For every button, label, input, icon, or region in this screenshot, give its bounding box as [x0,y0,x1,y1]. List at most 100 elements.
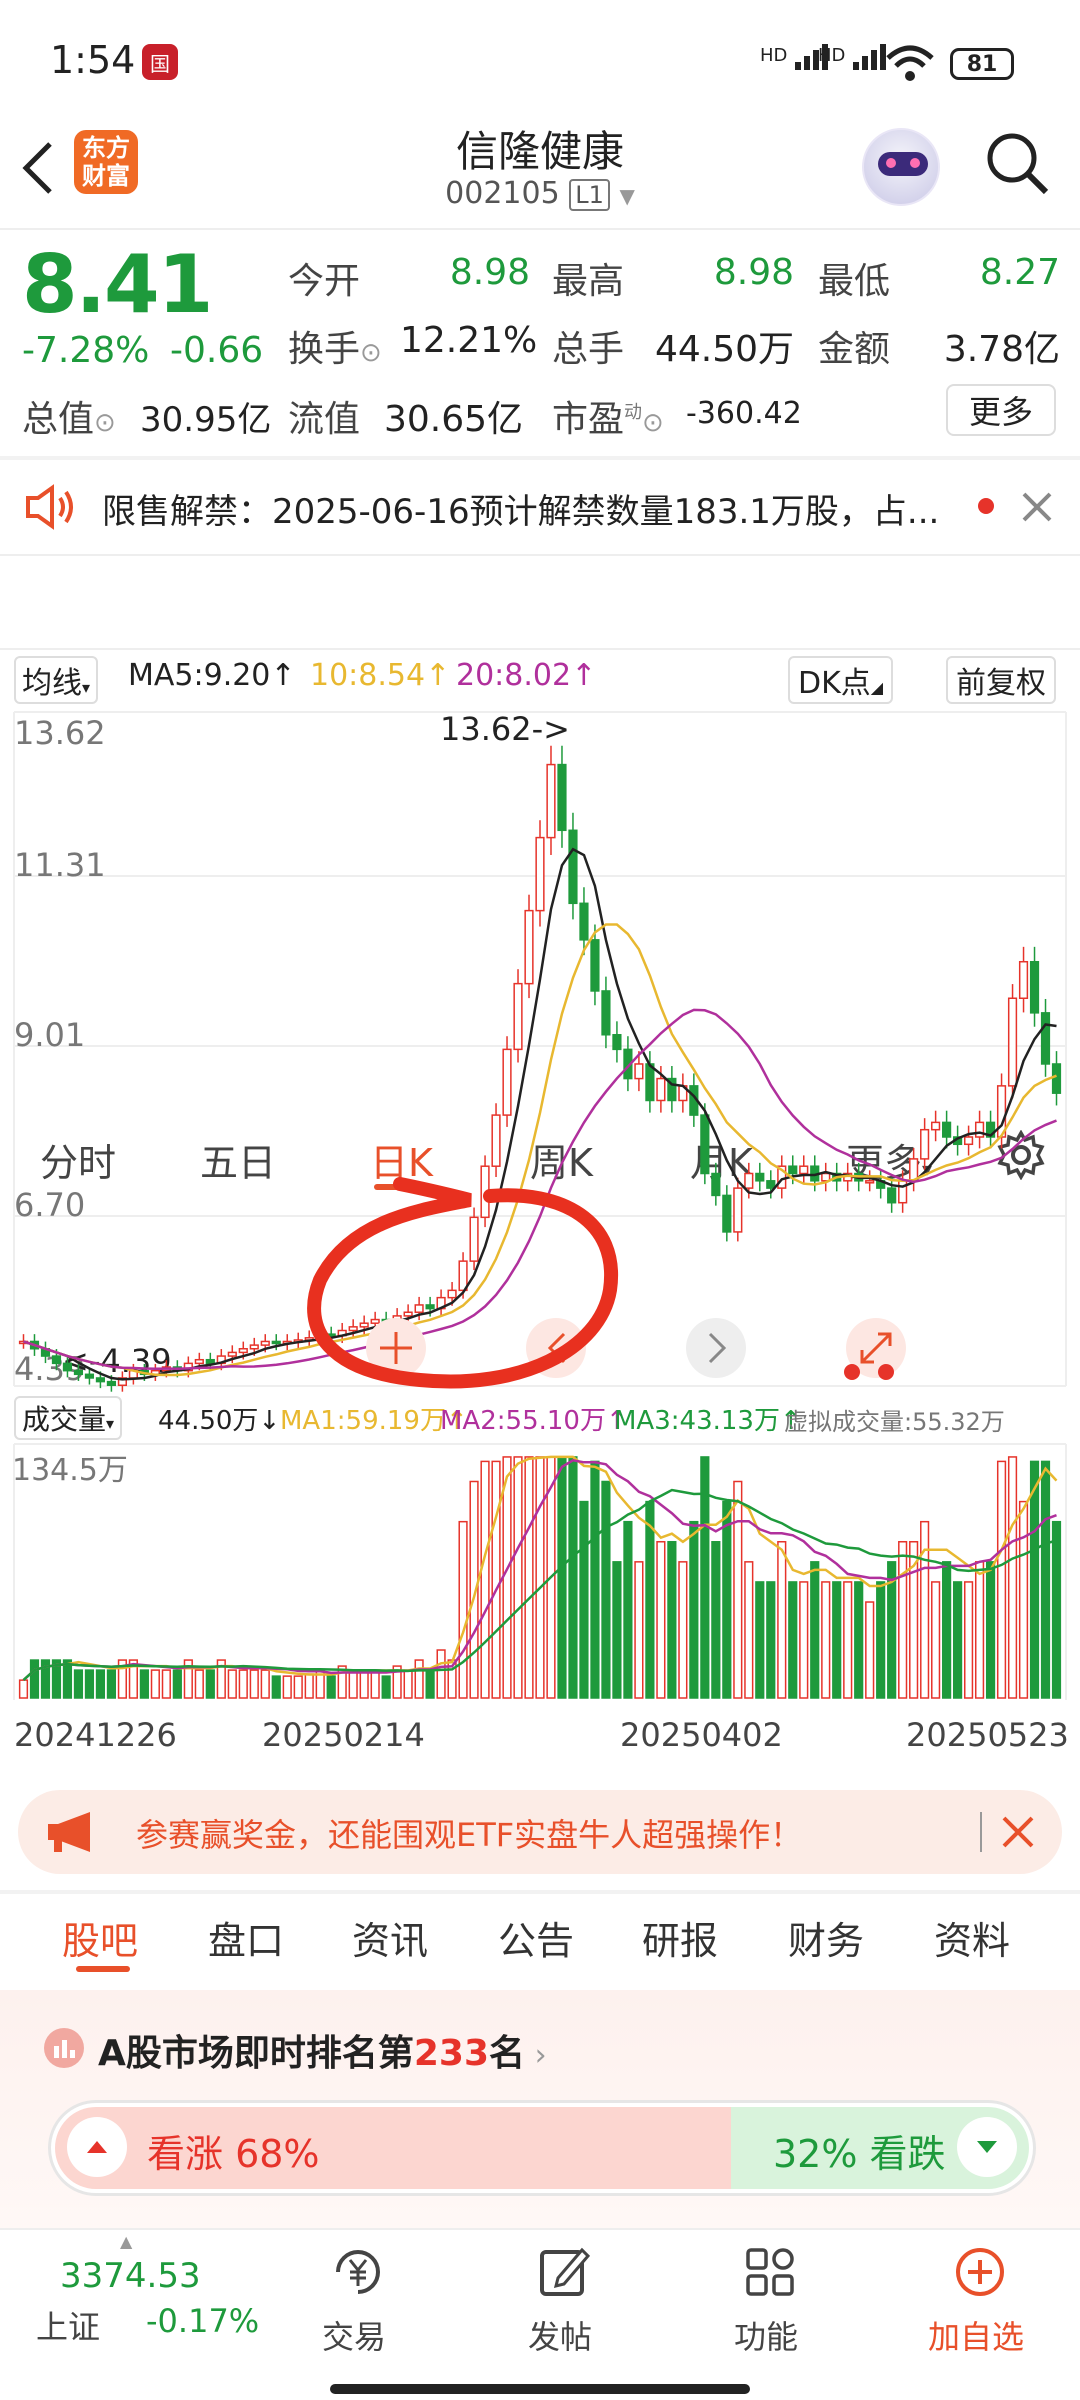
volume-bar [458,1520,468,1699]
kline-chart[interactable]: 13.62 11.31 9.01 6.70 4.39 13.62-> <-4.3… [0,700,1080,1400]
candle [524,909,534,985]
volume-bar [282,1675,292,1699]
candle [700,1114,710,1175]
volume-bar [953,1581,963,1699]
candle [744,1172,754,1189]
triangle-up-icon [87,2141,107,2153]
bear-button[interactable] [957,2117,1017,2177]
volume-bar [766,1581,776,1699]
candle [733,1187,743,1233]
volume-bar [689,1520,699,1699]
volume-bar [931,1581,941,1699]
y-tick-2: 11.31 [14,846,106,884]
candle [722,1194,732,1233]
close-icon[interactable] [1000,1814,1036,1850]
market-rank[interactable]: A股市场即时排名第233名 › [98,2024,547,2076]
unlock-notice[interactable]: 限售解禁：2025-06-16预计解禁数量183.1万股，占... [0,458,1080,554]
candle [1051,1063,1062,1094]
volume-bar [722,1500,732,1699]
volume-indicator-select[interactable]: 成交量▾ [14,1396,123,1440]
more-quote-button[interactable]: 更多 [946,384,1056,436]
candle [887,1187,897,1204]
promo-banner[interactable]: 参赛赢奖金，还能围观ETF实盘牛人超强操作！ [18,1790,1062,1874]
volume-bar [996,1460,1007,1699]
plus-circle-icon [956,2248,1004,2296]
high-label: 最高 [552,261,625,302]
trade-button[interactable]: 交易 [306,2240,410,2360]
candle [205,1358,215,1365]
volume-bar [963,1581,974,1699]
scroll-right-button[interactable] [686,1318,746,1378]
tab-stock-forum[interactable]: 股吧 [62,1910,138,1965]
notification-icon: 国 [142,44,178,80]
volume-bar [150,1669,160,1699]
tab-news[interactable]: 资讯 [352,1910,428,1965]
open-value: 8.98 [449,252,530,293]
post-button[interactable]: 发帖 [512,2240,616,2360]
bull-button[interactable] [67,2117,127,2177]
candle [260,1340,270,1346]
vol-ma3: MA3:43.13万↑ [614,1406,802,1436]
total-cap-value: 30.95亿 [140,400,272,440]
volume-chart[interactable]: 134.5万 [0,1440,1080,1700]
tab-research[interactable]: 研报 [642,1910,718,1965]
volume-bar [194,1669,204,1699]
collapse-icon[interactable]: ▲ [120,2232,132,2251]
functions-button[interactable]: 功能 [718,2240,822,2360]
search-icon[interactable] [984,130,1052,198]
volume-bar [656,1541,666,1699]
tab-profile[interactable]: 资料 [934,1910,1010,1965]
candle [106,1380,117,1387]
tab-announcements[interactable]: 公告 [498,1910,574,1965]
level-badge: L1 [569,179,610,211]
volume-bar [139,1669,149,1699]
candle [942,1121,952,1138]
volume-value: 44.50万 [654,329,794,370]
candle [1018,960,1029,999]
candle [656,1077,666,1102]
y-tick-4: 6.70 [14,1186,85,1224]
candle [612,1034,622,1051]
volume-bar [73,1669,84,1699]
ma5-value: MA5:9.20↑ [128,658,296,693]
sentiment-bar[interactable]: 看涨 68% 32% 看跌 [48,2100,1036,2196]
y-tick-3: 9.01 [14,1016,85,1054]
add-watchlist-button[interactable]: 加自选 [920,2240,1040,2360]
volume-bar [579,1500,589,1699]
candle [634,1063,644,1080]
x-date-3: 20250402 [620,1716,783,1754]
volume-bar [161,1669,171,1699]
status-time: 1:54 [50,38,136,82]
volume-current: 44.50万↓ [158,1406,281,1436]
volume-bar [425,1669,435,1699]
volume-bar [271,1675,281,1699]
volume-bar [898,1541,908,1699]
volume-bar [1029,1460,1040,1699]
active-tab-indicator [76,1966,130,1972]
speaker-icon [26,484,73,530]
volume-bar [205,1669,215,1699]
volume-bar [436,1649,446,1699]
indicator-select[interactable]: 均线▾ [14,656,99,704]
bear-label: 32% 看跌 [773,2132,946,2176]
robot-assistant-icon[interactable] [862,128,940,206]
chevron-down-icon[interactable]: ▼ [619,184,634,208]
current-price: 8.41 [22,238,213,331]
candle [62,1362,73,1372]
candle [513,982,523,1051]
turnover-label: 换手⊙ [288,329,382,370]
tab-financials[interactable]: 财务 [788,1910,864,1965]
volume-bar [1007,1456,1018,1699]
volume-bar [733,1480,743,1699]
change-amount: -0.66 [170,330,264,371]
tab-order-book[interactable]: 盘口 [208,1910,284,1965]
volume-bar [755,1581,765,1699]
index-value[interactable]: 3374.53 [60,2256,201,2296]
adjust-select[interactable]: 前复权 [946,656,1056,704]
volume-bar [293,1675,303,1699]
volume-bar [788,1581,798,1699]
period-tabs: 分时 五日 日K 周K 月K 更多▾ [0,556,1080,1190]
close-icon[interactable] [1020,490,1054,524]
dk-point-select[interactable]: DK点◢ [788,656,894,704]
low-value: 8.27 [979,252,1060,293]
